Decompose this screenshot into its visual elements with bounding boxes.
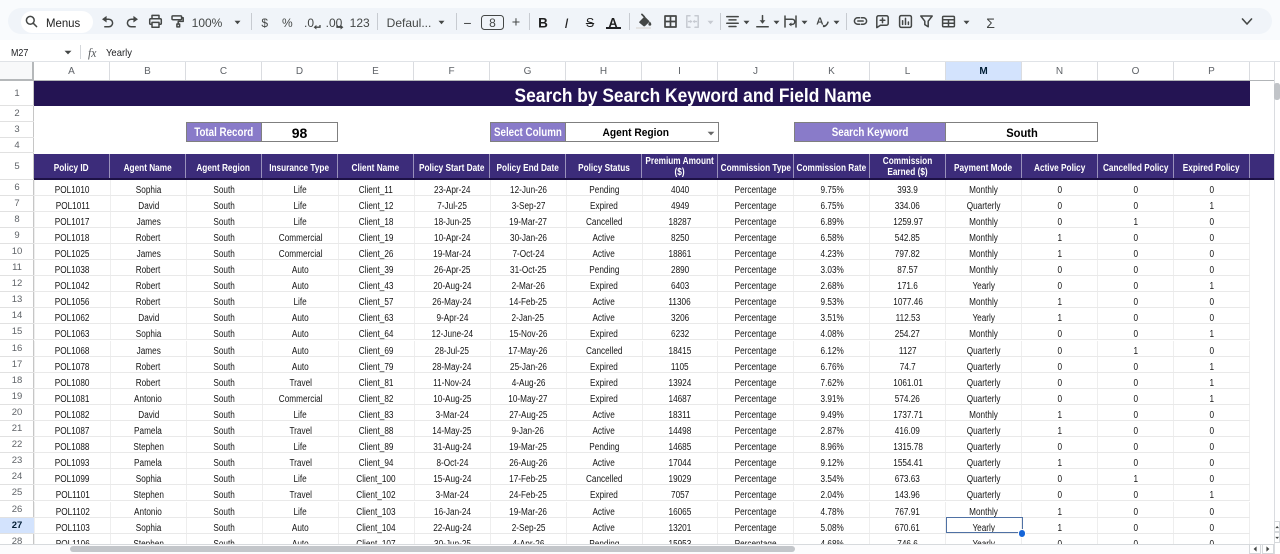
svg-text:A: A [816, 17, 823, 28]
